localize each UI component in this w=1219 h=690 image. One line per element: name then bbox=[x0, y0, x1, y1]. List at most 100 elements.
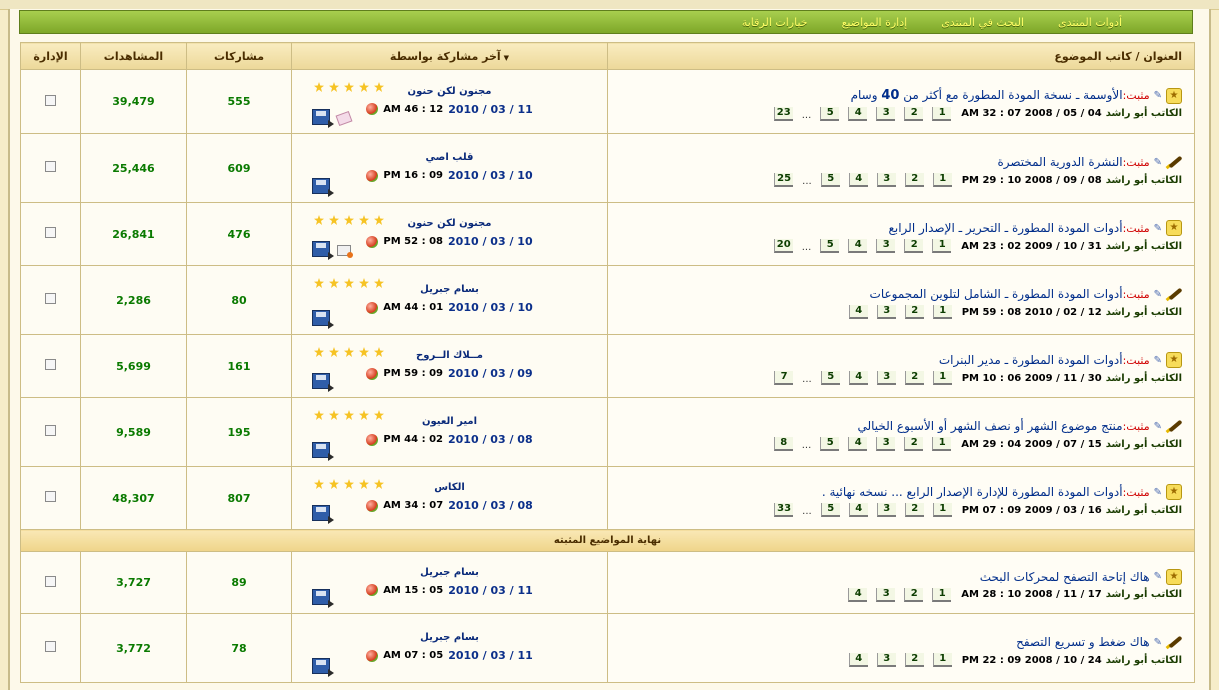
page-link[interactable]: 1 bbox=[932, 239, 952, 253]
page-link[interactable]: 20 bbox=[773, 239, 793, 253]
thread-title-link[interactable]: هاك إتاحة التصفح لمحركات البحث bbox=[980, 570, 1150, 584]
last-poster-name[interactable]: بسام جبريل bbox=[292, 632, 607, 643]
nav-moderation-options[interactable]: خيارات الرقابة bbox=[742, 16, 808, 29]
page-link[interactable]: 4 bbox=[848, 503, 868, 517]
page-link[interactable]: 5 bbox=[820, 106, 840, 121]
save-disk-icon[interactable] bbox=[312, 658, 334, 677]
save-disk-icon[interactable] bbox=[312, 178, 334, 197]
go-to-last-post-icon[interactable] bbox=[366, 301, 379, 314]
thread-author[interactable]: الكاتب أبو راشد bbox=[1106, 655, 1182, 666]
page-link[interactable]: 3 bbox=[876, 239, 896, 253]
page-link[interactable]: 8 bbox=[773, 437, 793, 451]
page-link[interactable]: 4 bbox=[848, 305, 868, 319]
page-link[interactable]: 3 bbox=[876, 173, 896, 187]
page-link[interactable]: 1 bbox=[932, 437, 952, 451]
page-link[interactable]: 4 bbox=[848, 239, 868, 253]
thread-author[interactable]: الكاتب أبو راشد bbox=[1106, 175, 1182, 186]
select-checkbox[interactable] bbox=[45, 641, 56, 652]
page-link[interactable]: 25 bbox=[774, 173, 794, 187]
page-link[interactable]: 2 bbox=[904, 106, 924, 121]
page-link[interactable]: 1 bbox=[932, 653, 952, 667]
thread-title-link[interactable]: أدوات المودة المطورة للإدارة الإصدار الر… bbox=[822, 485, 1123, 499]
page-link[interactable]: 3 bbox=[876, 437, 896, 451]
select-checkbox[interactable] bbox=[45, 293, 56, 304]
page-link[interactable]: 3 bbox=[876, 305, 896, 319]
thread-title-link[interactable]: النشرة الدورية المختصرة bbox=[997, 155, 1122, 169]
thread-author[interactable]: الكاتب أبو راشد bbox=[1106, 505, 1182, 516]
page-link[interactable]: 2 bbox=[904, 653, 924, 667]
thread-author[interactable]: الكاتب أبو راشد bbox=[1106, 373, 1182, 384]
thread-title-link[interactable]: أدوات المودة المطورة ـ الشامل لتلوين الم… bbox=[870, 287, 1123, 301]
header-replies[interactable]: مشاركات bbox=[186, 42, 292, 70]
nav-forum-search[interactable]: البحث في المنتدى bbox=[941, 16, 1024, 29]
page-link[interactable]: 5 bbox=[820, 437, 840, 451]
page-link[interactable]: 2 bbox=[904, 371, 924, 385]
page-link[interactable]: 3 bbox=[876, 587, 896, 602]
save-disk-icon[interactable] bbox=[312, 109, 334, 128]
page-link[interactable]: 33 bbox=[774, 503, 794, 517]
nav-forum-tools[interactable]: أدوات المنتدى bbox=[1058, 16, 1122, 29]
page-link[interactable]: 5 bbox=[820, 239, 840, 253]
thread-title-link[interactable]: أدوات المودة المطورة ـ مدير البنرات bbox=[939, 353, 1123, 367]
go-to-last-post-icon[interactable] bbox=[366, 367, 379, 380]
page-link[interactable]: 2 bbox=[904, 587, 924, 602]
page-link[interactable]: 3 bbox=[876, 503, 896, 517]
page-link[interactable]: 3 bbox=[876, 106, 896, 121]
select-checkbox[interactable] bbox=[45, 425, 56, 436]
page-link[interactable]: 2 bbox=[904, 239, 924, 253]
save-disk-icon[interactable] bbox=[312, 310, 334, 329]
page-link[interactable]: 1 bbox=[932, 587, 952, 602]
save-disk-icon[interactable] bbox=[312, 241, 334, 260]
thread-title-link[interactable]: أدوات المودة المطورة ـ التحرير ـ الإصدار… bbox=[889, 221, 1123, 235]
page-link[interactable]: 23 bbox=[773, 106, 793, 121]
save-disk-icon[interactable] bbox=[312, 442, 334, 461]
go-to-last-post-icon[interactable] bbox=[366, 649, 379, 662]
page-link[interactable]: 2 bbox=[904, 437, 924, 451]
page-link[interactable]: 1 bbox=[932, 503, 952, 517]
page-link[interactable]: 1 bbox=[932, 371, 952, 385]
thread-title-link[interactable]: منتج موضوع الشهر أو نصف الشهر أو الأسبوع… bbox=[857, 419, 1122, 433]
page-link[interactable]: 7 bbox=[774, 371, 794, 385]
header-title[interactable]: العنوان / كاتب الموضوع bbox=[607, 42, 1195, 70]
page-link[interactable]: 4 bbox=[848, 173, 868, 187]
select-checkbox[interactable] bbox=[45, 575, 56, 587]
go-to-last-post-icon[interactable] bbox=[366, 169, 379, 182]
select-checkbox[interactable] bbox=[45, 227, 56, 238]
go-to-last-post-icon[interactable] bbox=[366, 103, 379, 115]
go-to-last-post-icon[interactable] bbox=[366, 499, 379, 512]
go-to-last-post-icon[interactable] bbox=[366, 433, 379, 446]
page-link[interactable]: 4 bbox=[848, 371, 868, 385]
page-link[interactable]: 4 bbox=[848, 653, 868, 667]
page-link[interactable]: 1 bbox=[932, 305, 952, 319]
last-poster-name[interactable]: قلب اصي bbox=[292, 152, 607, 163]
select-checkbox[interactable] bbox=[45, 161, 56, 172]
thread-author[interactable]: الكاتب أبو راشد bbox=[1106, 589, 1182, 600]
page-link[interactable]: 4 bbox=[848, 106, 868, 121]
page-link[interactable]: 2 bbox=[904, 173, 924, 187]
select-checkbox[interactable] bbox=[45, 94, 56, 106]
page-link[interactable]: 1 bbox=[932, 173, 952, 187]
page-link[interactable]: 3 bbox=[876, 371, 896, 385]
save-disk-icon[interactable] bbox=[312, 589, 334, 608]
go-to-last-post-icon[interactable] bbox=[366, 584, 379, 596]
thread-title-link[interactable]: هاك ضغط و تسريع التصفح bbox=[1016, 635, 1150, 649]
page-link[interactable]: 2 bbox=[904, 503, 924, 517]
thread-title-link[interactable]: الأوسمة ـ نسخة المودة المطورة مع أكثر من… bbox=[851, 88, 1123, 103]
page-link[interactable]: 5 bbox=[820, 503, 840, 517]
page-link[interactable]: 2 bbox=[904, 305, 924, 319]
header-last-post[interactable]: ▼آخر مشاركة بواسطة bbox=[291, 42, 608, 70]
thread-author[interactable]: الكاتب أبو راشد bbox=[1106, 307, 1182, 318]
header-views[interactable]: المشاهدات bbox=[80, 42, 187, 70]
page-link[interactable]: 3 bbox=[876, 653, 896, 667]
save-disk-icon[interactable] bbox=[312, 373, 334, 392]
nav-thread-management[interactable]: إدارة المواضيع bbox=[842, 16, 908, 29]
select-checkbox[interactable] bbox=[45, 359, 56, 370]
thread-author[interactable]: الكاتب أبو راشد bbox=[1106, 439, 1182, 450]
page-link[interactable]: 5 bbox=[820, 371, 840, 385]
page-link[interactable]: 4 bbox=[848, 587, 868, 602]
select-checkbox[interactable] bbox=[45, 491, 56, 502]
last-poster-name[interactable]: بسام جبريل bbox=[292, 567, 607, 578]
go-to-last-post-icon[interactable] bbox=[366, 235, 379, 248]
page-link[interactable]: 1 bbox=[932, 106, 952, 121]
page-link[interactable]: 5 bbox=[820, 173, 840, 187]
